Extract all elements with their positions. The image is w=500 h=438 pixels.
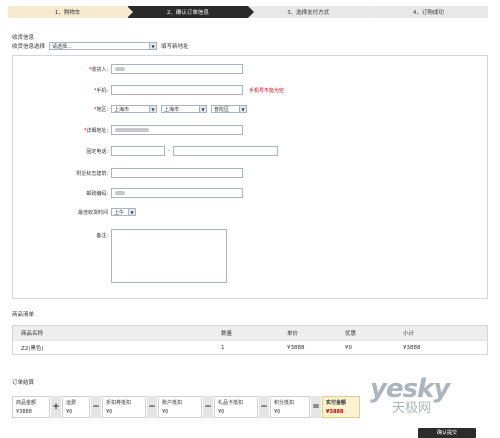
chevron-down-icon: ▼ <box>149 106 156 112</box>
note-label: 备注: <box>96 233 108 239</box>
address-row: *详细地址: <box>13 125 243 135</box>
new-address-link[interactable]: 填写新地址 <box>161 42 189 50</box>
shipping-section-title: 收货信息 <box>12 35 35 41</box>
chevron-down-icon: ▼ <box>128 209 135 215</box>
phone-area-input[interactable] <box>111 146 165 156</box>
total-payable-box: 实付金额 ¥3888 <box>322 396 360 418</box>
zip-row: 邮政编码: <box>13 188 243 198</box>
mobile-input[interactable] <box>111 85 243 95</box>
shipping-form: *收货人: *手机: 手机号不能为空 *地区: 上海市 ▼ 上海市 ▼ 普陀区 ▼ *… <box>12 55 488 299</box>
goods-table: 商品名称 数量 单价 优惠 小计 Z2(黑色) 1 ¥3888 ¥0 ¥3888 <box>12 325 488 355</box>
city-select[interactable]: 上海市 ▼ <box>161 105 207 113</box>
delivery-time-label: 最佳收货时间 <box>77 209 108 216</box>
equals-icon: = <box>311 396 321 418</box>
mobile-error: 手机号不能为空 <box>249 87 285 94</box>
step-payment: 3、选择支付方式 <box>248 6 374 18</box>
coupon-box: 折扣券抵扣 ¥0 <box>102 396 146 418</box>
table-row: Z2(黑色) 1 ¥3888 ¥0 ¥3888 <box>13 340 487 354</box>
receiver-row: *收货人: <box>13 64 243 74</box>
zip-input[interactable] <box>111 188 243 198</box>
minus-icon: − <box>259 396 269 418</box>
progress-steps: 1、购物车 2、确认订单信息 3、选择支付方式 4、订购成功 <box>8 6 488 18</box>
note-row: 备注: <box>13 229 227 283</box>
receiver-input[interactable] <box>111 64 243 74</box>
step-success: 4、订购成功 <box>368 6 488 18</box>
chevron-down-icon: ▼ <box>199 106 206 112</box>
step-cart: 1、购物车 <box>8 6 134 18</box>
confirm-submit-button[interactable]: 确认提交 <box>418 428 476 438</box>
address-select-label: 收货信息选择 <box>12 44 46 50</box>
address-input[interactable] <box>111 125 243 135</box>
province-select[interactable]: 上海市 ▼ <box>111 105 157 113</box>
goods-amount-box: 商品金额 ¥3888 <box>12 396 50 418</box>
chevron-down-icon: ▼ <box>239 106 246 112</box>
yesky-watermark: yesky 天极网 <box>370 374 450 416</box>
phone-row: 固定电话: - <box>13 146 278 156</box>
gift-card-box: 礼品卡抵扣 ¥0 <box>214 396 258 418</box>
delivery-time-row: 最佳收货时间 上午 ▼ <box>13 208 136 216</box>
plus-icon: + <box>51 396 61 418</box>
chevron-down-icon: ▼ <box>149 43 157 49</box>
minus-icon: − <box>203 396 213 418</box>
settle-section-title: 订单结算 <box>12 380 35 386</box>
minus-icon: − <box>91 396 101 418</box>
landmark-input[interactable] <box>111 168 243 178</box>
note-textarea[interactable] <box>111 229 227 283</box>
settlement-summary: 商品金额 ¥3888 + 运费 ¥0 − 折扣券抵扣 ¥0 − 账户抵扣 ¥0 − 礼品… <box>12 396 360 418</box>
mobile-row: *手机: 手机号不能为空 <box>13 85 284 95</box>
zip-label: 邮政编码: <box>86 190 108 197</box>
district-select[interactable]: 普陀区 ▼ <box>211 105 247 113</box>
step-confirm-order: 2、确认订单信息 <box>128 6 254 18</box>
goods-table-header: 商品名称 数量 单价 优惠 小计 <box>13 326 487 340</box>
shipping-fee-box: 运费 ¥0 <box>62 396 90 418</box>
region-row: *地区: 上海市 ▼ 上海市 ▼ 普陀区 ▼ <box>13 105 247 113</box>
points-box: 积分抵扣 ¥0 <box>270 396 310 418</box>
phone-label: 固定电话: <box>86 148 108 155</box>
address-select[interactable]: 请选择... ▼ <box>49 42 158 50</box>
phone-number-input[interactable] <box>172 146 278 156</box>
account-deduct-box: 账户抵扣 ¥0 <box>158 396 202 418</box>
delivery-time-select[interactable]: 上午 ▼ <box>111 208 136 216</box>
minus-icon: − <box>147 396 157 418</box>
landmark-label: 附近标志建筑: <box>76 170 108 177</box>
goods-section-title: 商品清单 <box>12 312 35 318</box>
address-select-row: 收货信息选择 请选择... ▼ 填写新地址 <box>12 42 189 50</box>
landmark-row: 附近标志建筑: <box>13 168 243 178</box>
